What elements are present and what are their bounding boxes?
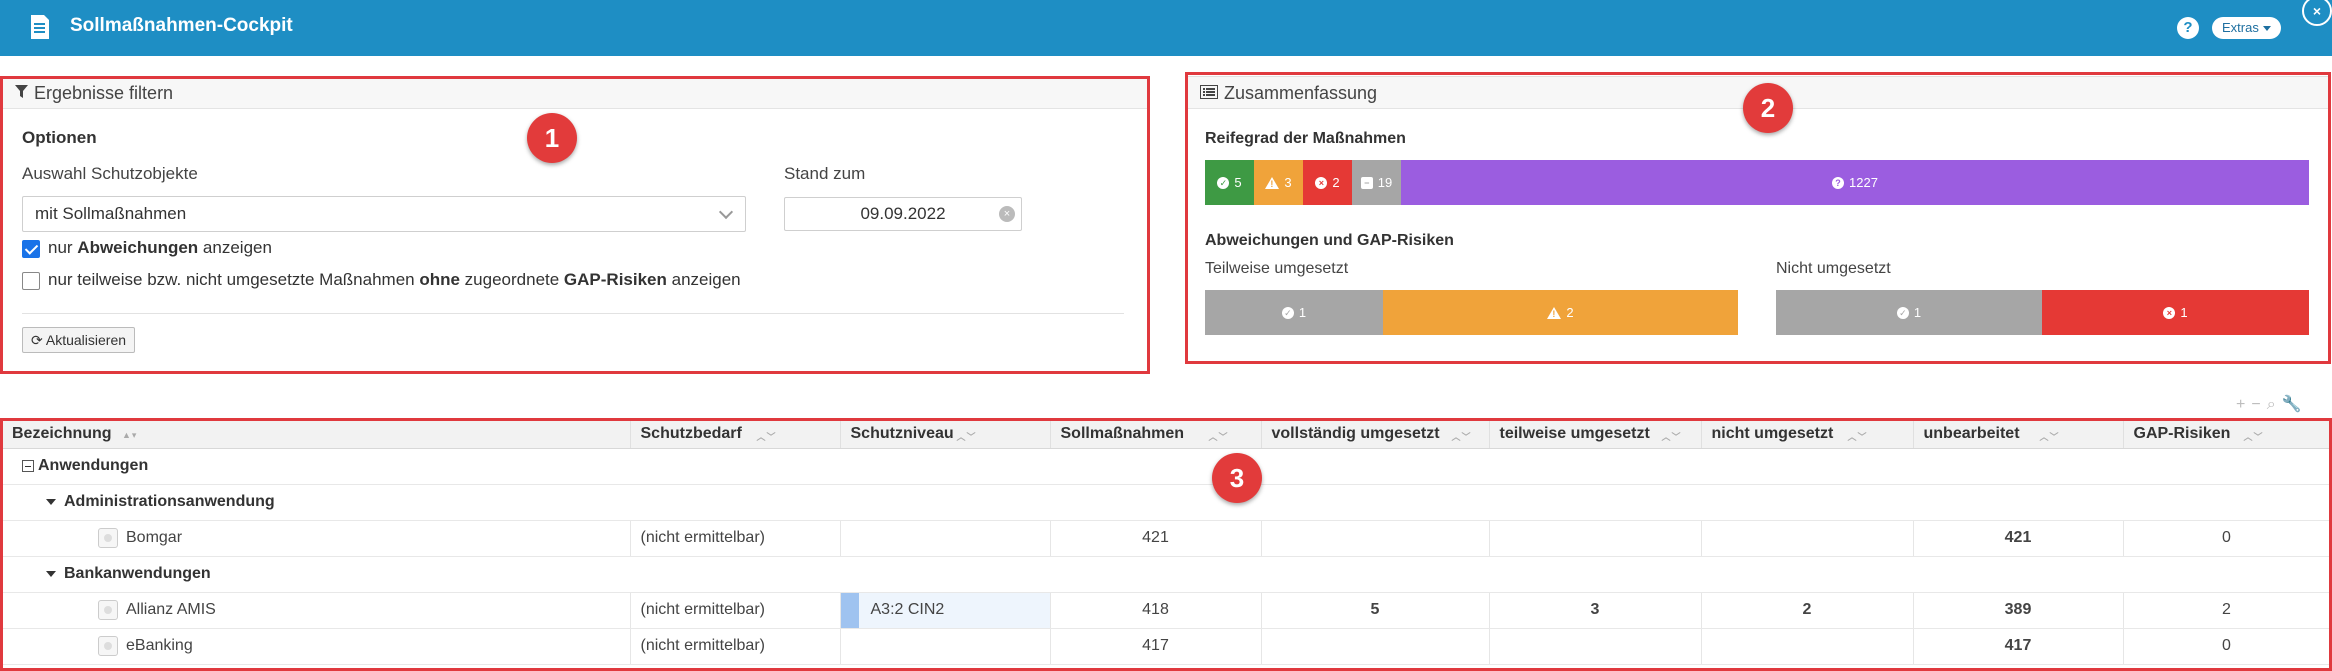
bar-segment[interactable]: ✓ 1 (1776, 290, 2042, 335)
stand-date-value: 09.09.2022 (860, 204, 946, 223)
auswahl-select-value: mit Sollmaßnahmen (35, 204, 187, 223)
callout-badge-2: 2 (1743, 83, 1793, 133)
bar-segment-value: 1227 (1849, 175, 1878, 190)
object-icon (98, 528, 118, 548)
clear-icon[interactable]: × (999, 206, 1015, 222)
teilweise-label: Teilweise umgesetzt (1205, 260, 1349, 277)
search-icon[interactable]: ⌕ (2267, 396, 2282, 413)
abweichungen-label: Abweichungen und GAP-Risiken (1205, 232, 1454, 249)
collapse-all-icon[interactable]: − (2251, 396, 2266, 413)
col-nicht[interactable]: nicht umgesetzt ︿﹀ (1701, 420, 1914, 449)
caret-down-icon[interactable] (46, 570, 56, 577)
results-table: Bezeichnung ▲▾ Schutzbedarf ︿﹀ Schutznivea… (2, 420, 2331, 665)
caret-down-icon[interactable] (46, 498, 56, 505)
abweichungen-checkbox[interactable] (22, 240, 40, 258)
stand-date-input[interactable]: 09.09.2022 × (784, 197, 1022, 231)
bar-segment-value: 1 (1913, 305, 1922, 320)
bar-segment-value: 2 (1332, 175, 1340, 190)
bar-segment-value: 5 (1234, 175, 1242, 190)
bar-segment-value: 2 (1566, 305, 1574, 320)
col-sollmassnahmen[interactable]: Sollmaßnahmen ︿﹀ (1050, 420, 1262, 449)
check-icon: ✓ (1281, 306, 1294, 319)
group-row-bankanwendungen[interactable]: Bankanwendungen (2, 556, 2330, 593)
col-unbearbeitet[interactable]: unbearbeitet ︿﹀ (1913, 420, 2124, 449)
chevron-down-icon (718, 204, 734, 220)
check-icon: ✓ (1896, 306, 1909, 319)
col-gap-risiken[interactable]: GAP-Risiken ︿﹀ (2123, 420, 2331, 449)
gap-risiken-checkbox[interactable] (22, 272, 40, 290)
abweichungen-checkbox-label: nur Abweichungen anzeigen (48, 238, 272, 257)
group-row-administrationsanwendung[interactable]: Administrationsanwendung (2, 484, 2330, 521)
bar-segment-value: 1 (1298, 305, 1307, 320)
help-button[interactable]: ? (2177, 17, 2199, 39)
callout-badge-3: 3 (1212, 453, 1262, 503)
times-icon: × (2163, 306, 2176, 319)
table-row[interactable]: Bomgar (nicht ermittelbar) 421 421 0 (2, 520, 2331, 557)
teilweise-bar: ✓ 1! 2 (1205, 290, 1738, 335)
expand-all-icon[interactable]: + (2236, 396, 2251, 413)
wrench-icon[interactable]: 🔧 (2282, 396, 2308, 413)
col-bezeichnung[interactable]: Bezeichnung ▲▾ (2, 420, 631, 449)
bar-segment[interactable]: × 2 (1303, 160, 1352, 205)
bar-segment[interactable]: ! 2 (1383, 290, 1738, 335)
bar-segment[interactable]: ! 3 (1254, 160, 1303, 205)
refresh-icon: ⟳ (31, 332, 43, 348)
auswahl-label: Auswahl Schutzobjekte (22, 164, 198, 183)
col-teilweise[interactable]: teilweise umgesetzt ︿﹀ (1489, 420, 1702, 449)
title-bar: Sollmaßnahmen-Cockpit ? Extras × (0, 0, 2332, 56)
warning-icon: ! (1547, 306, 1562, 319)
gap-risiken-checkbox-label: nur teilweise bzw. nicht umgesetzte Maßn… (48, 270, 741, 289)
list-alt-icon (1200, 77, 1218, 109)
stand-label: Stand zum (784, 164, 866, 183)
reifegrad-bar: ✓ 5! 3 × 2−19? 1227 (1205, 160, 2309, 205)
bar-segment[interactable]: ? 1227 (1401, 160, 2309, 205)
filter-icon (15, 77, 28, 109)
collapse-icon[interactable] (22, 459, 34, 472)
app-title: Sollmaßnahmen-Cockpit (70, 15, 293, 36)
table-row[interactable]: Allianz AMIS (nicht ermittelbar) A3:2 CI… (2, 592, 2331, 629)
document-icon (31, 15, 49, 39)
filter-panel-title: Ergebnisse filtern (34, 83, 174, 103)
warning-icon: ! (1265, 176, 1280, 189)
caret-down-icon (2262, 26, 2271, 32)
table-toolbar: +−⌕🔧 (2236, 394, 2308, 414)
summary-panel-title: Zusammenfassung (1224, 83, 1378, 103)
extras-label: Extras (2222, 20, 2259, 35)
schutzniveau-marker (840, 592, 859, 628)
table-header-row: Bezeichnung ▲▾ Schutzbedarf ︿﹀ Schutznivea… (2, 420, 2331, 449)
bar-segment-value: 1 (2180, 305, 2188, 320)
reifegrad-label: Reifegrad der Maßnahmen (1205, 130, 1406, 147)
bar-segment[interactable]: ✓ 1 (1205, 290, 1383, 335)
filter-divider (22, 313, 1124, 314)
col-schutzniveau[interactable]: Schutzniveau ︿﹀ (840, 420, 1051, 449)
callout-badge-1: 1 (527, 113, 577, 163)
refresh-button[interactable]: ⟳ Aktualisieren (22, 327, 136, 353)
col-vollstaendig[interactable]: vollständig umgesetzt ︿﹀ (1261, 420, 1490, 449)
bar-segment[interactable]: × 1 (2042, 290, 2309, 335)
minus-icon: − (1360, 176, 1373, 189)
nicht-label: Nicht umgesetzt (1776, 260, 1891, 277)
bar-segment[interactable]: −19 (1352, 160, 1401, 205)
auswahl-select[interactable]: mit Sollmaßnahmen (22, 196, 746, 232)
object-icon (98, 600, 118, 620)
options-label: Optionen (22, 128, 97, 147)
question-icon: ? (1832, 176, 1845, 189)
refresh-label: Aktualisieren (45, 332, 127, 348)
times-icon: × (1315, 176, 1328, 189)
object-icon (98, 636, 118, 656)
bar-segment-value: 3 (1284, 175, 1292, 190)
bar-segment-value: 19 (1377, 175, 1393, 190)
close-button[interactable]: × (2302, 0, 2332, 26)
bar-segment[interactable]: ✓ 5 (1205, 160, 1254, 205)
nicht-bar: ✓ 1 × 1 (1776, 290, 2309, 335)
col-schutzbedarf[interactable]: Schutzbedarf ︿﹀ (630, 420, 841, 449)
check-icon: ✓ (1217, 176, 1230, 189)
table-row[interactable]: eBanking (nicht ermittelbar) 417 417 0 (2, 628, 2331, 665)
filter-panel-header: Ergebnisse filtern (3, 77, 1147, 109)
extras-dropdown[interactable]: Extras (2212, 17, 2281, 39)
group-row-anwendungen[interactable]: Anwendungen (2, 448, 2330, 485)
